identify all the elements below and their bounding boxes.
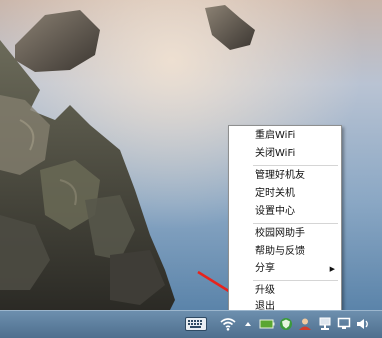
volume-icon[interactable] — [356, 317, 370, 331]
keyboard-icon[interactable] — [185, 317, 207, 331]
menu-item-settings-center[interactable]: 设置中心 — [255, 206, 295, 218]
menu-item-help-feedback[interactable]: 帮助与反馈 — [255, 246, 305, 258]
display-icon[interactable] — [337, 317, 351, 331]
menu-item-upgrade[interactable]: 升级 — [255, 285, 275, 297]
submenu-arrow-icon: ▶ — [329, 265, 335, 273]
menu-item-scheduled-shutdown[interactable]: 定时关机 — [255, 188, 295, 200]
menu-separator — [253, 165, 338, 166]
menu-item-restart-wifi[interactable]: 重启WiFi — [255, 130, 295, 142]
tray-context-menu: 重启WiFi 关闭WiFi 管理好机友 定时关机 设置中心 校园网助手 帮助与反… — [228, 125, 342, 315]
menu-item-share[interactable]: 分享 — [255, 263, 341, 275]
show-hidden-icons-icon[interactable] — [244, 317, 252, 331]
menu-item-close-wifi[interactable]: 关闭WiFi — [255, 148, 295, 160]
menu-item-share-label: 分享 — [255, 263, 275, 274]
user-icon[interactable] — [298, 317, 312, 331]
menu-separator — [253, 280, 338, 281]
taskbar — [0, 310, 382, 338]
wifi-icon[interactable] — [220, 317, 236, 331]
battery-icon[interactable] — [259, 317, 275, 331]
security-shield-icon[interactable] — [279, 317, 293, 331]
menu-separator — [253, 223, 338, 224]
network-icon[interactable] — [318, 317, 332, 331]
menu-item-manage-friends[interactable]: 管理好机友 — [255, 170, 305, 182]
menu-item-campus-network-helper[interactable]: 校园网助手 — [255, 228, 305, 240]
